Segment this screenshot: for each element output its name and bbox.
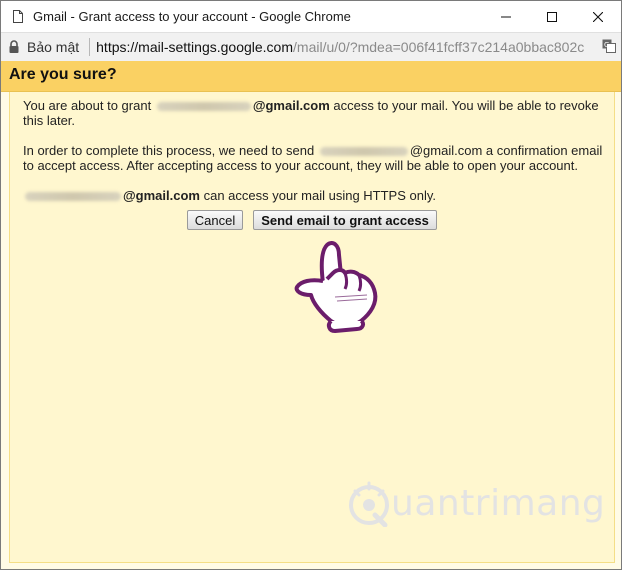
watermark-text: uantrimang	[391, 483, 606, 524]
maximize-icon	[547, 11, 557, 22]
dialog-header: Are you sure?	[1, 61, 621, 92]
maximize-button[interactable]	[529, 1, 575, 32]
lock-icon[interactable]	[8, 40, 20, 54]
watermark: uantrimang	[345, 477, 605, 533]
grant-text-line2: this later.	[23, 113, 76, 128]
address-bar[interactable]: Bảo mật https://mail-settings.google.com…	[1, 32, 621, 62]
grant-text-suffix: access to your mail. You will be able to…	[333, 98, 599, 113]
grant-text-prefix: You are about to grant	[23, 98, 152, 113]
dialog-title: Are you sure?	[9, 66, 117, 83]
minimize-button[interactable]	[483, 1, 529, 32]
confirm-text-prefix: In order to complete this process, we ne…	[23, 143, 315, 158]
translate-icon[interactable]: G	[602, 39, 616, 53]
send-email-button[interactable]: Send email to grant access	[253, 210, 437, 230]
watermark-logo-icon	[349, 481, 389, 527]
redacted-email	[319, 147, 408, 157]
window-title: Gmail - Grant access to your account - G…	[33, 9, 351, 24]
grant-email-domain: @gmail.com	[252, 98, 330, 113]
url-host[interactable]: https://mail-settings.google.com	[96, 39, 293, 55]
redacted-email	[25, 192, 121, 202]
https-paragraph: @gmail.com can access your mail using HT…	[23, 188, 613, 203]
grant-paragraph: You are about to grant @gmail.com access…	[23, 98, 613, 128]
confirmation-paragraph: In order to complete this process, we ne…	[23, 143, 613, 173]
secure-label[interactable]: Bảo mật	[27, 39, 79, 55]
url-path[interactable]: /mail/u/0/?mdea=006f41fcff37c214a0bbac80…	[293, 39, 584, 55]
redacted-email	[156, 102, 251, 112]
browser-window: Gmail - Grant access to your account - G…	[0, 0, 622, 570]
https-email-domain: @gmail.com	[123, 188, 200, 203]
confirm-text-line2: to accept access. After accepting access…	[23, 158, 578, 173]
confirm-text-suffix: a confirmation email	[485, 143, 603, 158]
close-icon	[593, 11, 603, 22]
svg-text:G: G	[604, 41, 609, 49]
minimize-icon	[501, 16, 511, 17]
cancel-button[interactable]: Cancel	[187, 210, 243, 230]
address-separator	[89, 38, 91, 56]
title-bar: Gmail - Grant access to your account - G…	[1, 1, 621, 32]
window-controls	[483, 1, 621, 32]
close-button[interactable]	[575, 1, 621, 32]
page-icon	[13, 10, 23, 23]
confirm-email-domain: @gmail.com	[409, 143, 483, 158]
pointing-hand-icon	[294, 241, 378, 333]
https-text: can access your mail using HTTPS only.	[203, 188, 437, 203]
